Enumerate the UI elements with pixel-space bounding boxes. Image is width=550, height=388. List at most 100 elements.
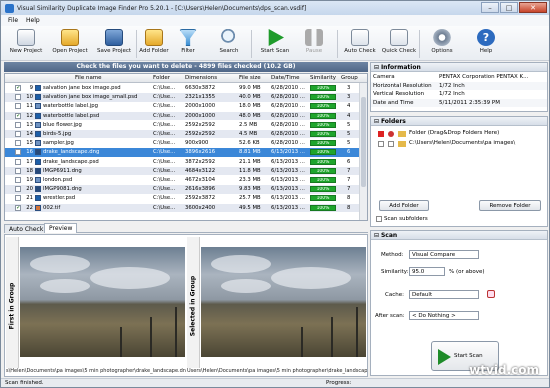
duplicate-file-grid: File name Folder Dimensions File size Da… <box>4 73 368 221</box>
folders-header[interactable]: Folders <box>371 117 547 126</box>
similarity-bar: 100% <box>310 149 336 156</box>
col-filename[interactable]: File name <box>75 75 102 81</box>
window-title: Visual Similarity Duplicate Image Finder… <box>17 4 307 12</box>
filter-button[interactable]: Filter <box>165 28 211 60</box>
col-similarity[interactable]: Similarity <box>310 75 336 81</box>
checkbox-icon[interactable] <box>378 131 384 137</box>
file-date: 6/28/2010 ... <box>271 140 305 147</box>
new-project-button[interactable]: New Project <box>3 28 49 60</box>
table-row[interactable]: 9 salvation jane box image.psd C:\Use... 66… <box>5 84 359 92</box>
file-folder: C:\Use... <box>153 140 176 147</box>
row-checkbox[interactable] <box>15 186 21 193</box>
right-file-path: Users\Helen\Documents\pa images\5 min ph… <box>187 368 367 375</box>
col-dimensions[interactable]: Dimensions <box>185 75 217 81</box>
file-name: salvation jane box image.psd <box>43 85 121 91</box>
clear-cache-icon[interactable] <box>487 290 495 298</box>
scrollbar-thumb[interactable] <box>361 97 366 187</box>
table-row[interactable]: 11 waterbottle label.jpg C:\Use... 2000x100… <box>5 102 359 110</box>
row-checkbox[interactable] <box>15 140 21 147</box>
folder-row-dropzone[interactable]: Folder (Drag&Drop Folders Here) <box>374 129 546 138</box>
play-icon <box>268 29 284 46</box>
information-table: Camera PENTAX Corporation PENTAX K... Hori… <box>371 73 547 107</box>
row-checkbox[interactable] <box>15 85 21 91</box>
folder-row[interactable]: C:\Users\Helen\Documents\pa images\ <box>374 139 546 148</box>
options-button[interactable]: Options <box>419 28 465 60</box>
table-row[interactable]: 21 wrestler.psd C:\Use... 2592x3872 25.7 MB 6… <box>5 194 359 202</box>
row-checkbox[interactable] <box>15 103 21 110</box>
file-name: waterbottle label.jpg <box>43 103 98 110</box>
search-button[interactable]: Search <box>206 28 252 60</box>
file-date: 6/28/2010 ... <box>271 94 305 101</box>
file-folder: C:\Use... <box>153 177 176 183</box>
method-select[interactable]: Visual Compare <box>409 250 479 259</box>
file-name: 002.tif <box>43 204 61 211</box>
checkbox-icon[interactable] <box>378 141 384 147</box>
table-row[interactable]: 20 IMGP9081.dng C:\Use... 2616x3896 9.83 MB 6… <box>5 185 359 194</box>
col-folder[interactable]: Folder <box>153 75 170 81</box>
menu-file[interactable]: File <box>4 15 22 26</box>
open-project-button[interactable]: Open Project <box>47 28 93 60</box>
row-checkbox[interactable] <box>15 204 21 211</box>
table-row[interactable]: 17 drake_landscape.psd C:\Use... 3872x2592 2… <box>5 158 359 166</box>
row-checkbox[interactable] <box>15 121 21 128</box>
row-checkbox[interactable] <box>15 177 21 183</box>
tab-preview[interactable]: Preview <box>44 223 78 233</box>
tab-auto-check[interactable]: Auto Check <box>4 224 49 233</box>
col-datetime[interactable]: Date/Time <box>271 75 299 81</box>
app-icon <box>5 3 14 13</box>
table-row[interactable]: 13 blue flower.jpg C:\Use... 2592x2592 2.5 M… <box>5 121 359 129</box>
table-row[interactable]: 16 drake_landscape.dng C:\Use... 3896x2616 8… <box>5 148 359 157</box>
row-checkbox[interactable] <box>15 131 21 137</box>
remove-folder-button[interactable]: Remove Folder <box>479 200 541 211</box>
add-folder-panel-button[interactable]: Add Folder <box>379 200 429 211</box>
table-row[interactable]: 18 IMGP6911.dng C:\Use... 4684x3122 11.8 MB 6… <box>5 166 359 176</box>
row-number: 9 <box>29 85 33 91</box>
cache-select[interactable]: Default <box>409 290 479 299</box>
table-row[interactable]: 12 waterbottle label.psd C:\Use... 2000x100… <box>5 111 359 120</box>
row-number: 18 <box>26 167 33 174</box>
file-size: 18.0 MB <box>239 103 261 110</box>
scan-header[interactable]: Scan <box>371 231 547 240</box>
row-checkbox[interactable] <box>15 195 21 202</box>
checkbox-icon[interactable] <box>388 141 394 147</box>
col-group[interactable]: Group <box>341 75 358 81</box>
col-filesize[interactable]: File size <box>239 75 261 81</box>
file-name: IMGP6911.dng <box>43 167 82 174</box>
group-number: 8 <box>347 195 351 202</box>
table-row[interactable]: 19 london.psd C:\Use... 4672x3104 23.3 MB 6/1… <box>5 176 359 184</box>
row-checkbox[interactable] <box>15 94 21 101</box>
file-dimensions: 2616x3896 <box>185 186 216 193</box>
selected-in-group-label: Selected in Group <box>189 275 197 337</box>
table-row[interactable]: 10 salvation jane box image_small.psd C:\U… <box>5 93 359 102</box>
file-dimensions: 2321x1355 <box>185 94 216 101</box>
bottom-tabs: Auto Check Preview <box>4 223 368 233</box>
info-value: 5/11/2011 2:35:39 PM <box>439 99 500 106</box>
table-row[interactable]: 22 002.tif C:\Use... 3600x2400 49.5 MB 6/13/2… <box>5 203 359 212</box>
scan-subfolders-checkbox[interactable] <box>376 216 382 222</box>
information-header[interactable]: Information <box>371 63 547 72</box>
group-number: 6 <box>347 158 351 165</box>
quick-check-button[interactable]: Quick Check <box>376 28 422 60</box>
menu-help[interactable]: Help <box>22 15 44 26</box>
file-size: 52.6 KB <box>239 140 260 147</box>
similarity-input[interactable]: 95.0 <box>409 267 445 276</box>
file-type-icon <box>35 167 41 174</box>
row-checkbox[interactable] <box>15 158 21 165</box>
after-scan-select[interactable]: < Do Nothing > <box>409 311 479 320</box>
file-dimensions: 4684x3122 <box>185 167 216 174</box>
maximize-button[interactable]: □ <box>500 2 518 13</box>
grid-scrollbar[interactable] <box>359 83 367 220</box>
file-dimensions: 3896x2616 <box>185 149 216 156</box>
auto-check-icon <box>351 29 369 46</box>
minimize-button[interactable]: – <box>481 2 499 13</box>
row-checkbox[interactable] <box>15 149 21 156</box>
help-button[interactable]: ? Help <box>463 28 509 60</box>
table-row[interactable]: 15 sampler.jpg C:\Use... 900x900 52.6 KB 6/28… <box>5 139 359 147</box>
table-row[interactable]: 14 birds-5.jpg C:\Use... 2592x2592 4.5 MB 6/2… <box>5 130 359 139</box>
similarity-bar: 100% <box>310 186 336 193</box>
pause-button[interactable]: Pause <box>291 28 337 60</box>
close-button[interactable]: ✕ <box>519 2 547 13</box>
row-checkbox[interactable] <box>15 112 21 119</box>
row-checkbox[interactable] <box>15 167 21 174</box>
file-date: 6/13/2013 ... <box>271 177 305 183</box>
